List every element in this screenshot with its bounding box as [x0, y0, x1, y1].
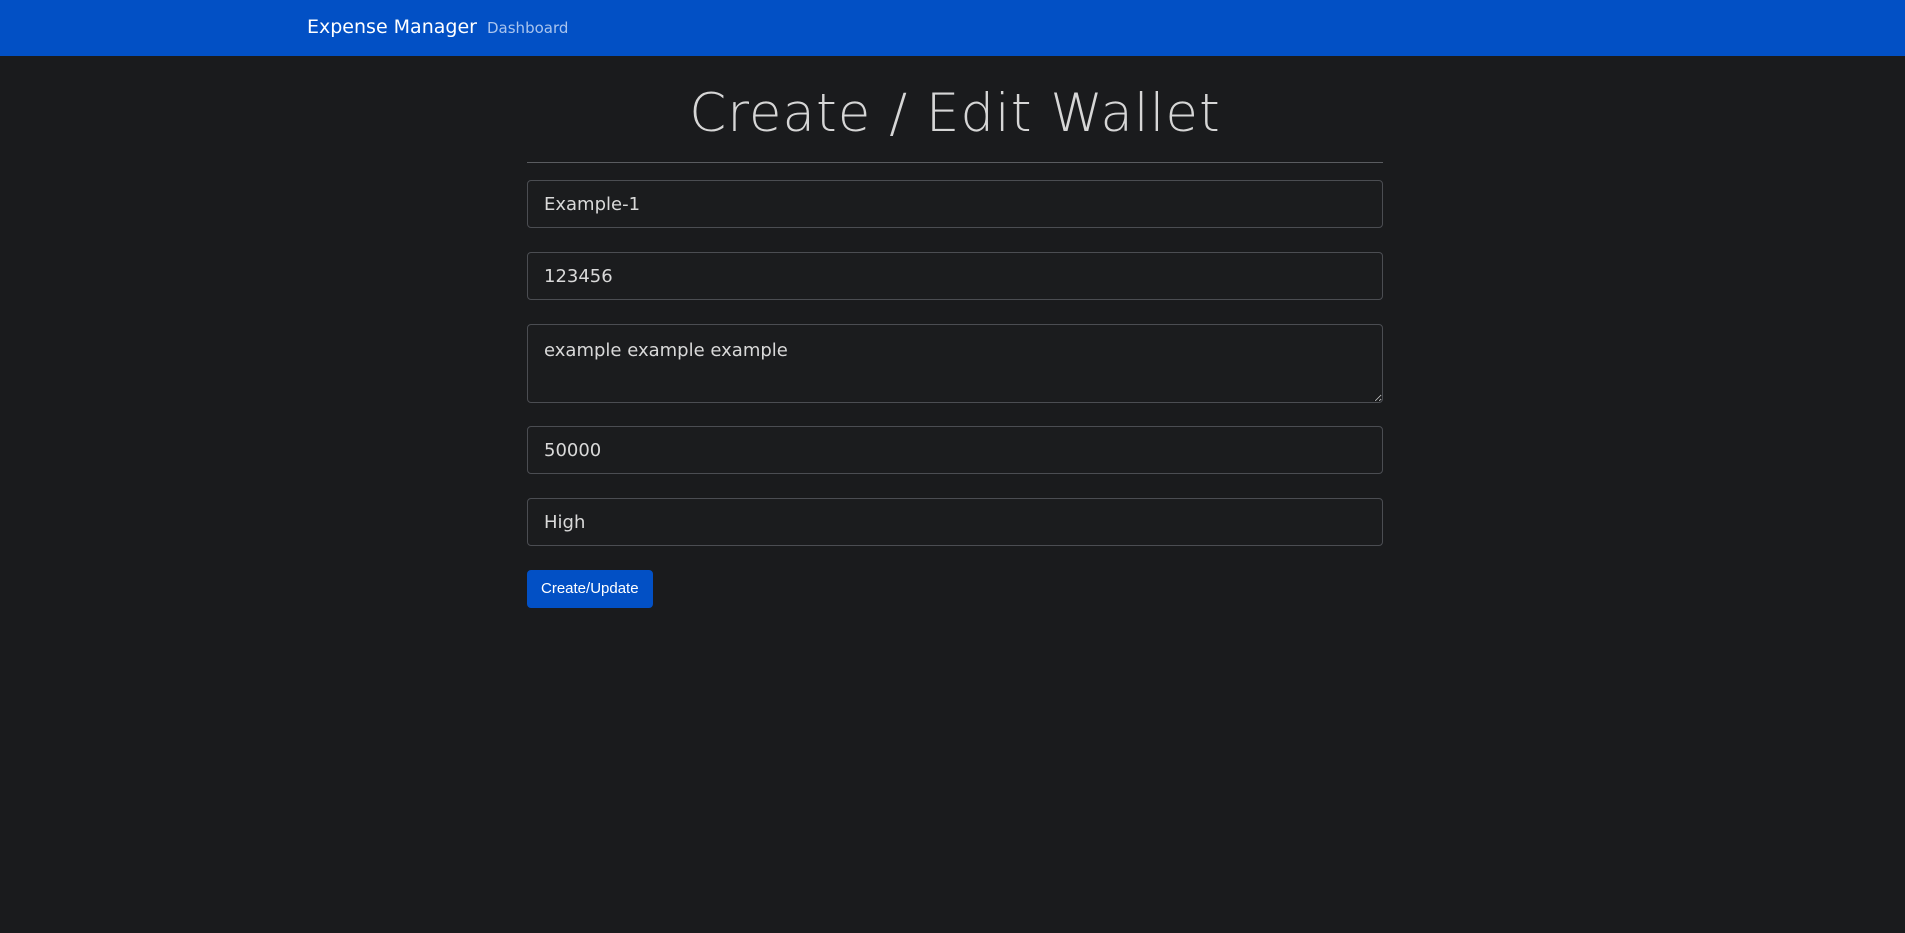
wallet-name-input[interactable] [527, 180, 1383, 228]
amount-input[interactable] [527, 426, 1383, 474]
priority-input[interactable] [527, 498, 1383, 546]
page-title: Create / Edit Wallet [689, 83, 1221, 144]
create-update-button[interactable]: Create/Update [527, 570, 653, 608]
description-textarea[interactable]: example example example [527, 324, 1383, 403]
account-number-input[interactable] [527, 252, 1383, 300]
top-navbar: Expense Manager Dashboard [0, 0, 1905, 56]
nav-link-dashboard[interactable]: Dashboard [487, 19, 568, 37]
brand-link[interactable]: Expense Manager [307, 16, 477, 38]
title-divider [527, 162, 1383, 163]
